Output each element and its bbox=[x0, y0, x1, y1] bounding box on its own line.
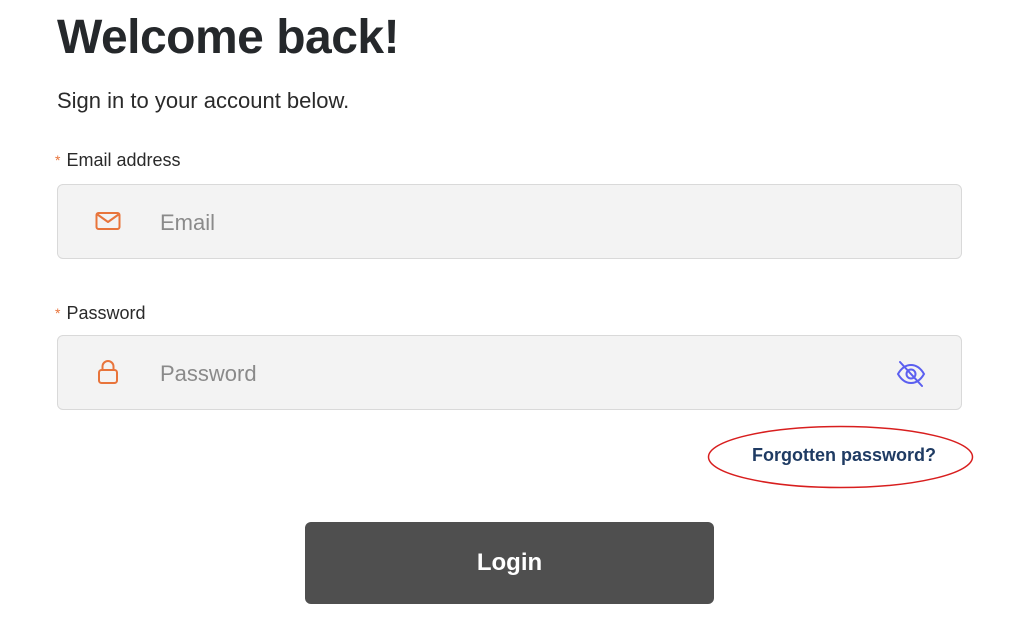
forgot-password-link[interactable]: Forgotten password? bbox=[752, 445, 936, 466]
required-asterisk: * bbox=[55, 305, 61, 321]
page-subtitle: Sign in to your account below. bbox=[57, 88, 350, 113]
eye-off-icon[interactable] bbox=[895, 358, 927, 390]
email-field[interactable] bbox=[158, 185, 882, 260]
mail-icon bbox=[94, 207, 122, 235]
password-label-text: Password bbox=[66, 303, 146, 323]
page-title: Welcome back! bbox=[57, 11, 400, 64]
password-field-container bbox=[57, 335, 962, 411]
login-page: Welcome back! Sign in to your account be… bbox=[0, 0, 1015, 631]
email-label-text: Email address bbox=[66, 150, 181, 170]
password-label: * Password bbox=[55, 303, 145, 324]
password-field[interactable] bbox=[158, 336, 882, 411]
required-asterisk: * bbox=[55, 152, 61, 168]
email-label: * Email address bbox=[55, 150, 181, 171]
lock-icon bbox=[94, 358, 122, 386]
login-button[interactable]: Login bbox=[305, 522, 714, 604]
email-field-container bbox=[57, 184, 962, 260]
